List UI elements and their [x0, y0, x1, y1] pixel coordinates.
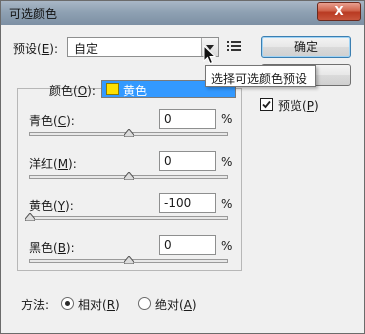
black-label: 黑色(B):	[29, 241, 75, 255]
ok-button[interactable]: 确定	[261, 36, 351, 58]
preset-select[interactable]: 自定	[67, 37, 219, 57]
method-label: 方法:	[21, 298, 50, 312]
relative-label: 相对(R)	[78, 298, 120, 312]
magenta-percent-unit: %	[221, 155, 233, 169]
preview-label: 预览(P)	[278, 99, 319, 113]
black-value: 0	[164, 238, 172, 252]
cyan-label: 青色(C):	[29, 114, 75, 128]
yellow-slider-track[interactable]	[29, 216, 228, 220]
yellow-value: -100	[164, 196, 192, 210]
preset-tooltip: 选择可选颜色预设	[205, 65, 316, 87]
yellow-input[interactable]: -100	[159, 193, 216, 213]
absolute-label: 绝对(A)	[155, 298, 197, 312]
yellow-swatch-icon	[106, 83, 119, 95]
black-percent-unit: %	[221, 239, 233, 253]
black-input[interactable]: 0	[159, 235, 216, 255]
magenta-input[interactable]: 0	[159, 151, 216, 171]
preset-value: 自定	[74, 42, 99, 56]
cyan-input[interactable]: 0	[159, 109, 216, 129]
cyan-percent-unit: %	[221, 112, 233, 126]
yellow-label: 黄色(Y):	[29, 199, 74, 213]
color-label: 颜色(O):	[49, 84, 96, 98]
mouse-cursor-icon	[203, 45, 217, 65]
relative-radio[interactable]	[61, 297, 74, 310]
black-slider-thumb[interactable]	[124, 256, 134, 264]
selective-color-dialog: 可选颜色 X 预设(E): 自定 确定 预览(P) 颜色(O): 黄色 青色(C…	[0, 0, 365, 334]
preview-checkbox[interactable]	[260, 98, 273, 111]
cyan-value: 0	[164, 112, 172, 126]
preset-label: 预设(E):	[13, 42, 59, 56]
cyan-slider-thumb[interactable]	[124, 129, 134, 137]
window-title: 可选颜色	[9, 7, 58, 21]
title-bar[interactable]: 可选颜色 X	[1, 1, 364, 25]
magenta-value: 0	[164, 154, 172, 168]
preset-options-menu-icon[interactable]	[227, 39, 243, 53]
color-value: 黄色	[123, 84, 148, 98]
checkmark-icon	[262, 100, 271, 109]
close-icon: X	[334, 4, 344, 18]
magenta-slider-thumb[interactable]	[124, 172, 134, 180]
absolute-radio[interactable]	[138, 297, 151, 310]
close-button[interactable]: X	[317, 2, 361, 21]
magenta-label: 洋红(M):	[29, 157, 77, 171]
yellow-slider-thumb[interactable]	[25, 213, 35, 221]
yellow-percent-unit: %	[221, 197, 233, 211]
tooltip-text: 选择可选颜色预设	[211, 72, 308, 86]
